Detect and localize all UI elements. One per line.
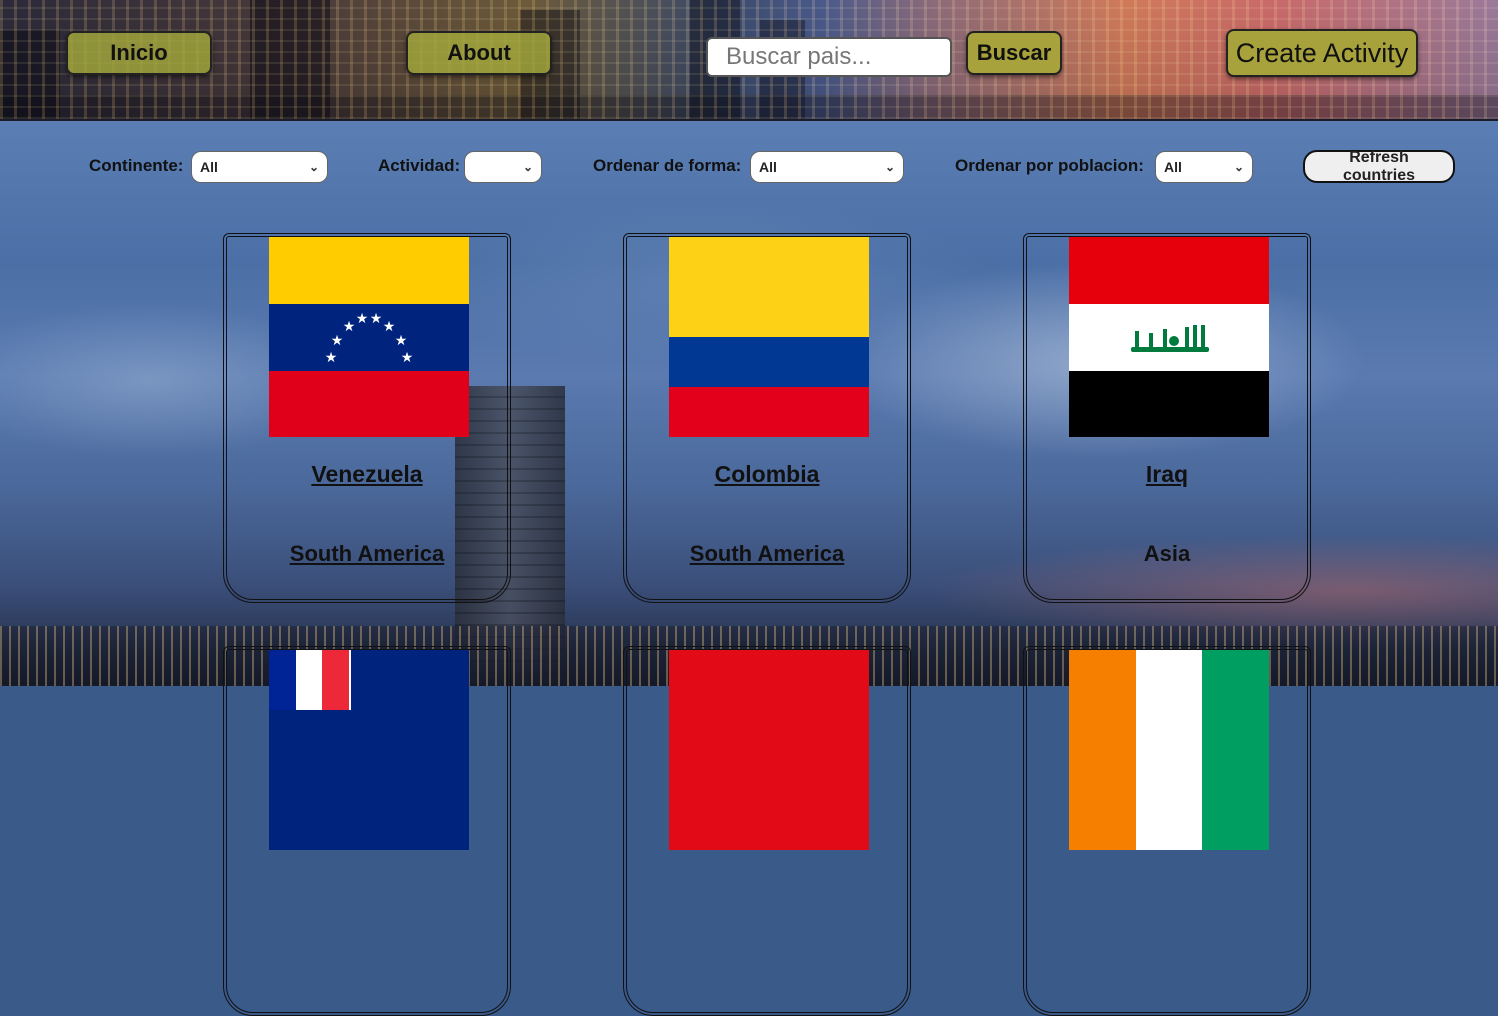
country-card[interactable]: ★ ★ ★ ★ ★ ★ ★ ★ Venezuela South America — [223, 233, 511, 603]
country-name-link[interactable]: Colombia — [627, 461, 907, 488]
about-button[interactable]: About — [406, 31, 552, 75]
sort-population-select[interactable]: All ⌄ — [1155, 151, 1253, 183]
refresh-countries-button[interactable]: Refresh countries — [1303, 149, 1455, 184]
svg-text:★: ★ — [325, 350, 338, 366]
country-card[interactable] — [1023, 646, 1311, 1016]
svg-text:★: ★ — [356, 311, 369, 327]
country-card[interactable]: Iraq Asia — [1023, 233, 1311, 603]
chevron-down-icon: ⌄ — [308, 160, 319, 174]
sort-population-value: All — [1164, 159, 1182, 175]
svg-text:★: ★ — [370, 311, 383, 327]
sort-order-value: All — [759, 159, 777, 175]
chevron-down-icon: ⌄ — [522, 160, 533, 174]
search-button[interactable]: Buscar — [966, 31, 1062, 75]
continent-filter-label: Continente: — [89, 156, 184, 175]
chevron-down-icon: ⌄ — [884, 160, 895, 174]
main-content: Continente: All ⌄ Actividad: ⌄ Ordenar d… — [0, 121, 1498, 1016]
activity-filter-label: Actividad: — [378, 156, 461, 175]
svg-text:★: ★ — [343, 319, 356, 335]
top-navbar: Inicio About Buscar Create Activity — [0, 0, 1498, 121]
country-continent-link[interactable]: South America — [227, 541, 507, 567]
activity-filter-select[interactable]: ⌄ — [464, 151, 542, 183]
country-continent-link[interactable]: South America — [627, 541, 907, 567]
svg-text:★: ★ — [331, 333, 344, 349]
country-card[interactable] — [223, 646, 511, 1016]
chevron-down-icon: ⌄ — [1233, 160, 1244, 174]
continent-filter-select[interactable]: All ⌄ — [191, 151, 328, 183]
svg-text:★: ★ — [401, 350, 414, 366]
colombia-flag-icon — [669, 237, 869, 437]
continent-filter-value: All — [200, 159, 218, 175]
country-continent-label: Asia — [1143, 541, 1191, 566]
search-country-input[interactable] — [706, 37, 952, 77]
create-activity-button[interactable]: Create Activity — [1226, 29, 1418, 77]
flag-icon — [1069, 650, 1269, 850]
venezuela-flag-icon: ★ ★ ★ ★ ★ ★ ★ ★ — [269, 237, 469, 437]
sort-order-select[interactable]: All ⌄ — [750, 151, 904, 183]
svg-text:★: ★ — [383, 319, 396, 335]
inicio-button[interactable]: Inicio — [66, 31, 212, 75]
country-card[interactable]: Colombia South America — [623, 233, 911, 603]
flag-icon — [669, 650, 869, 850]
flag-icon — [269, 650, 469, 850]
iraq-flag-icon — [1069, 237, 1269, 437]
country-card[interactable] — [623, 646, 911, 1016]
sort-population-label: Ordenar por poblacion: — [955, 156, 1144, 175]
sort-order-label: Ordenar de forma: — [593, 156, 742, 175]
country-name-link[interactable]: Venezuela — [227, 461, 507, 488]
country-name-link[interactable]: Iraq — [1027, 461, 1307, 488]
svg-text:★: ★ — [395, 333, 408, 349]
